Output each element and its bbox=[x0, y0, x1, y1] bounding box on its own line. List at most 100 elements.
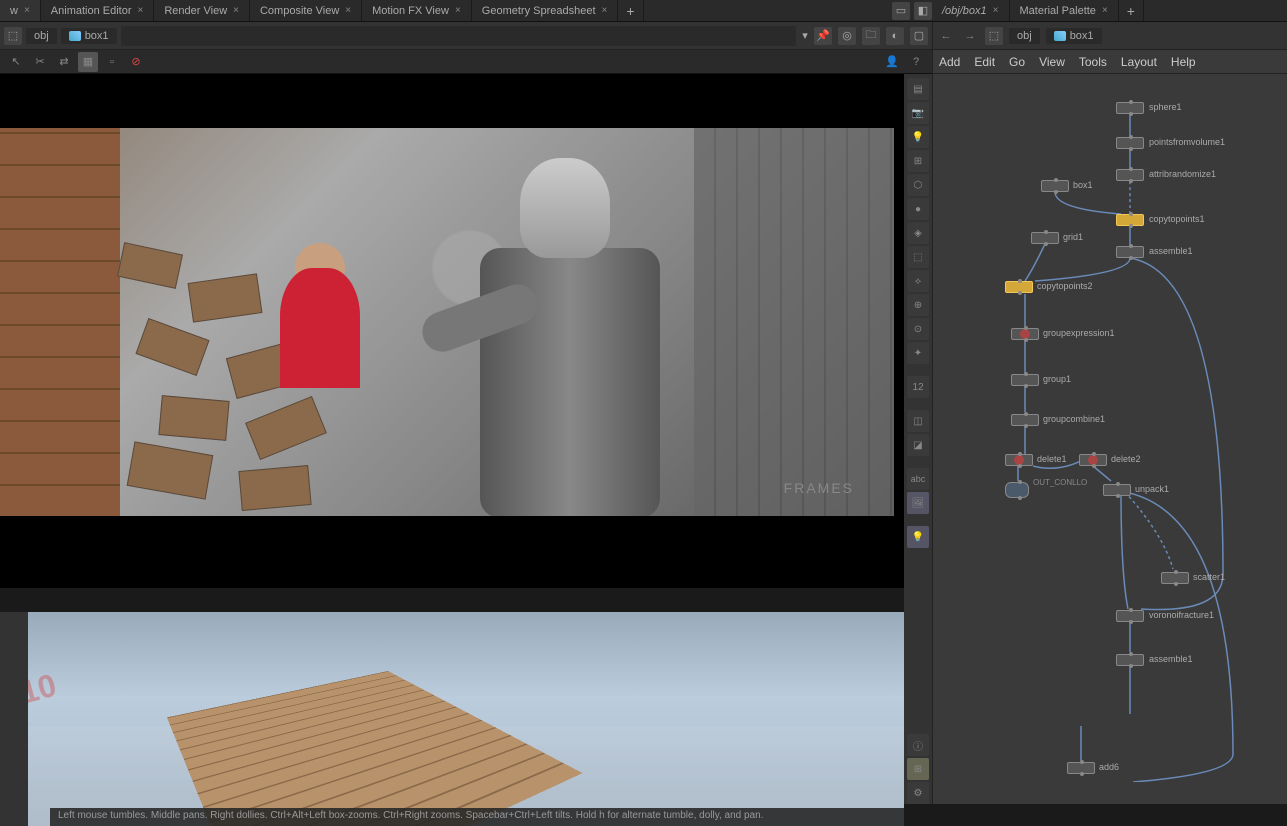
num-display[interactable]: 12 bbox=[907, 376, 929, 398]
watermark-text: FRAMES bbox=[784, 480, 854, 496]
close-icon[interactable]: × bbox=[602, 5, 608, 16]
label-delete2: delete2 bbox=[1111, 454, 1141, 464]
node-delete2[interactable] bbox=[1079, 454, 1107, 466]
tab-composite-view[interactable]: Composite View× bbox=[250, 0, 362, 21]
tab-w[interactable]: w× bbox=[0, 0, 41, 21]
label-out-conllo: OUT_CONLLO bbox=[1033, 478, 1087, 487]
nav-home-icon[interactable]: ⬚ bbox=[985, 27, 1003, 45]
node-scatter1[interactable] bbox=[1161, 572, 1189, 584]
menu-layout[interactable]: Layout bbox=[1121, 55, 1157, 69]
folder-icon[interactable]: 🗀 bbox=[862, 27, 880, 45]
add-tab-button[interactable]: + bbox=[1119, 0, 1144, 21]
xray-icon[interactable]: ⬚ bbox=[907, 246, 929, 268]
grid2-icon[interactable]: ⊞ bbox=[907, 758, 929, 780]
window-icon2[interactable]: ◧ bbox=[914, 2, 932, 20]
dropdown-arrow-icon[interactable]: ▾ bbox=[800, 29, 810, 42]
bone-icon[interactable]: ⟡ bbox=[907, 270, 929, 292]
box-tool-icon[interactable]: ▫ bbox=[102, 52, 122, 72]
scene-viewport[interactable]: -10 Left mouse tumbles. Middle pans. Rig… bbox=[0, 612, 904, 826]
select-tool-icon[interactable]: ↖ bbox=[6, 52, 26, 72]
bulb-icon[interactable]: 💡 bbox=[907, 526, 929, 548]
node-add6[interactable] bbox=[1067, 762, 1095, 774]
node-group1[interactable] bbox=[1011, 374, 1039, 386]
menu-go[interactable]: Go bbox=[1009, 55, 1025, 69]
camera-icon[interactable]: 📷 bbox=[907, 102, 929, 124]
close-icon[interactable]: × bbox=[345, 5, 351, 16]
menu-view[interactable]: View bbox=[1039, 55, 1065, 69]
grid-icon[interactable]: ⊞ bbox=[907, 150, 929, 172]
node-groupcombine1[interactable] bbox=[1011, 414, 1039, 426]
right-tab-bar: /obj/box1× Material Palette× + bbox=[932, 0, 1287, 22]
menu-tools[interactable]: Tools bbox=[1079, 55, 1107, 69]
node-graph[interactable]: sphere1 pointsfromvolume1 attribrandomiz… bbox=[933, 74, 1287, 782]
menu-help[interactable]: Help bbox=[1171, 55, 1196, 69]
close-icon[interactable]: × bbox=[1102, 5, 1108, 16]
close-icon[interactable]: × bbox=[233, 5, 239, 16]
tab-render-view[interactable]: Render View× bbox=[154, 0, 250, 21]
close-icon[interactable]: × bbox=[24, 5, 30, 16]
node-unpack1[interactable] bbox=[1103, 484, 1131, 496]
node-groupexpression1[interactable] bbox=[1011, 328, 1039, 340]
path-box1[interactable]: box1 bbox=[1046, 28, 1102, 44]
node-pointsfromvolume1[interactable] bbox=[1116, 137, 1144, 149]
move-tool-icon[interactable]: ⇄ bbox=[54, 52, 74, 72]
disp-opt-icon[interactable]: ◫ bbox=[907, 410, 929, 432]
person-icon[interactable]: 👤 bbox=[882, 52, 902, 72]
tab-motion-fx-view[interactable]: Motion FX View× bbox=[362, 0, 472, 21]
menu-add[interactable]: Add bbox=[939, 55, 960, 69]
node-copytopoints1[interactable] bbox=[1116, 214, 1144, 226]
node-grid1[interactable] bbox=[1031, 232, 1059, 244]
help-icon[interactable]: ? bbox=[906, 52, 926, 72]
path-obj[interactable]: obj bbox=[1009, 28, 1040, 44]
settings-icon[interactable]: ⚙ bbox=[907, 782, 929, 804]
window-icon[interactable]: ▭ bbox=[892, 2, 910, 20]
display-icon[interactable]: ◐ bbox=[886, 27, 904, 45]
nav-back-icon[interactable]: ← bbox=[937, 27, 955, 45]
node-assemble2[interactable] bbox=[1116, 654, 1144, 666]
tab-animation-editor[interactable]: Animation Editor× bbox=[41, 0, 155, 21]
node-copytopoints2[interactable] bbox=[1005, 281, 1033, 293]
node-delete1[interactable] bbox=[1005, 454, 1033, 466]
close-icon[interactable]: × bbox=[138, 5, 144, 16]
tab-obj-box1[interactable]: /obj/box1× bbox=[932, 0, 1010, 21]
disp-opt2-icon[interactable]: ◪ bbox=[907, 434, 929, 456]
node-attribrandomize1[interactable] bbox=[1116, 169, 1144, 181]
shading-tool-icon[interactable]: ▦ bbox=[78, 52, 98, 72]
close-icon[interactable]: × bbox=[993, 5, 999, 16]
menu-edit[interactable]: Edit bbox=[974, 55, 995, 69]
nav-forward-icon[interactable]: → bbox=[961, 27, 979, 45]
shelf-icon[interactable]: ▤ bbox=[907, 78, 929, 100]
light-icon[interactable]: 💡 bbox=[907, 126, 929, 148]
ghost-icon[interactable]: ◈ bbox=[907, 222, 929, 244]
node-voronoifracture1[interactable] bbox=[1116, 610, 1144, 622]
record-icon[interactable]: ⊘ bbox=[126, 52, 146, 72]
info-icon[interactable]: ⓘ bbox=[907, 734, 929, 756]
path-dropdown[interactable] bbox=[121, 26, 796, 46]
path-box1[interactable]: box1 bbox=[61, 28, 117, 44]
node-sphere1[interactable] bbox=[1116, 102, 1144, 114]
lasso-tool-icon[interactable]: ✂ bbox=[30, 52, 50, 72]
close-icon[interactable]: × bbox=[455, 5, 461, 16]
node-box1[interactable] bbox=[1041, 180, 1069, 192]
image-icon[interactable]: 🖼 bbox=[907, 492, 929, 514]
add-tab-button[interactable]: + bbox=[618, 0, 643, 21]
shade-icon[interactable]: ● bbox=[907, 198, 929, 220]
origin-icon[interactable]: ✦ bbox=[907, 342, 929, 364]
pin-icon[interactable]: 📌 bbox=[814, 27, 832, 45]
label-group1: group1 bbox=[1043, 374, 1071, 384]
path-obj[interactable]: obj bbox=[26, 28, 57, 44]
wires-svg bbox=[933, 74, 1287, 782]
render-viewport[interactable]: FRAMES bbox=[0, 74, 932, 588]
square-icon[interactable]: ▢ bbox=[910, 27, 928, 45]
const-icon[interactable]: ⊕ bbox=[907, 294, 929, 316]
nav-back-icon[interactable]: ⬚ bbox=[4, 27, 22, 45]
node-assemble1[interactable] bbox=[1116, 246, 1144, 258]
label-icon[interactable]: abc bbox=[907, 468, 929, 490]
tab-geometry-spreadsheet[interactable]: Geometry Spreadsheet× bbox=[472, 0, 619, 21]
node-out-conllo[interactable] bbox=[1005, 482, 1029, 498]
target-icon[interactable]: ◎ bbox=[838, 27, 856, 45]
wire-icon[interactable]: ⬡ bbox=[907, 174, 929, 196]
tab-material-palette[interactable]: Material Palette× bbox=[1010, 0, 1119, 21]
snap-icon[interactable]: ⊙ bbox=[907, 318, 929, 340]
label-copytopoints2: copytopoints2 bbox=[1037, 281, 1093, 291]
